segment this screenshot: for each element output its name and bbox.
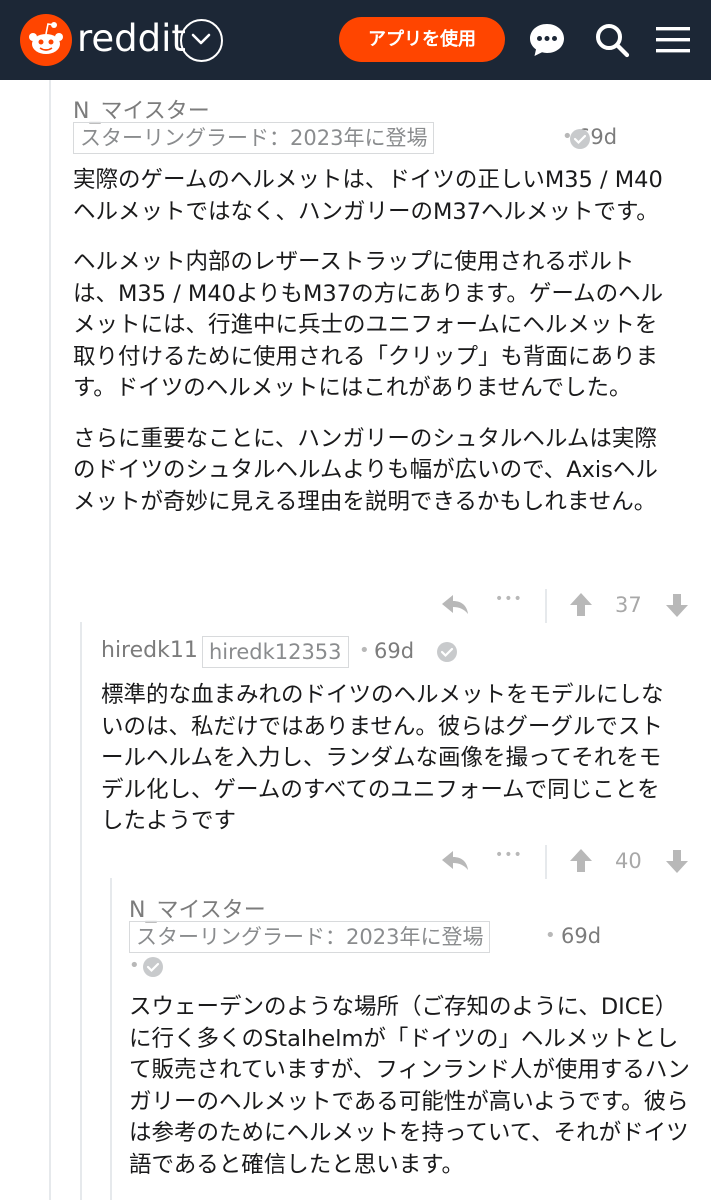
thread-line[interactable]	[110, 878, 112, 1200]
comment-author[interactable]: N_マイスター	[129, 892, 266, 924]
comment: N_マイスター スターリングラード：2023年に登場 • 69d • スウェーデ…	[129, 892, 699, 1200]
reddit-wordmark[interactable]: reddit	[77, 18, 186, 60]
comment-paragraph: ヘルメット内部のレザーストラップに使用されるボルトは、M35 / M40よりもM…	[73, 249, 664, 401]
use-app-button[interactable]: アプリを使用	[339, 17, 505, 62]
comment-meta: hiredk11 hiredk12353 • 69d	[101, 636, 693, 668]
comment-body: 実際のゲームのヘルメットは、ドイツの正しいM35 / M40ヘルメットではなく、…	[73, 165, 679, 518]
comment-paragraph: さらに重要なことに、ハンガリーのシュタルヘルムは実際のドイツのシュタルヘルムより…	[73, 425, 658, 515]
thread-line[interactable]	[80, 622, 82, 1200]
divider	[545, 845, 547, 879]
check-circle-icon	[437, 642, 457, 662]
chat-icon[interactable]	[524, 17, 570, 63]
top-navbar: reddit アプリを使用	[0, 0, 711, 80]
more-options-button[interactable]: •••	[495, 591, 523, 607]
thread-line[interactable]	[49, 80, 51, 1200]
comment-paragraph: スウェーデンのような場所（ご存知のように、DICE）に行く多くのStalhelm…	[129, 994, 690, 1178]
reply-icon[interactable]	[440, 591, 470, 619]
comment: hiredk11 hiredk12353 • 69d 標準的な血まみれのドイツの…	[101, 636, 693, 857]
comment-author[interactable]: hiredk11	[101, 638, 198, 663]
divider	[545, 589, 547, 623]
comment-age: 69d	[561, 924, 602, 948]
more-options-button[interactable]: •••	[495, 847, 523, 863]
comment-body: スウェーデンのような場所（ご存知のように、DICE）に行く多くのStalhelm…	[129, 992, 695, 1181]
comment-paragraph: 標準的な血まみれのドイツのヘルメットをモデルにしないのは、私だけではありません。…	[101, 682, 664, 834]
separator-dot: •	[359, 640, 370, 661]
comment-body: 標準的な血まみれのドイツのヘルメットをモデルにしないのは、私だけではありません。…	[101, 680, 681, 838]
menu-icon[interactable]	[650, 17, 696, 63]
reply-icon[interactable]	[440, 847, 470, 875]
separator-dot: •	[545, 925, 556, 946]
comment-author[interactable]: N_マイスター	[73, 93, 210, 125]
comment-meta: N_マイスター スターリングラード：2023年に登場 • 69d	[73, 93, 693, 154]
chevron-down-icon	[191, 33, 211, 45]
comment-actions: ••• 37	[430, 589, 711, 629]
check-circle-icon	[570, 129, 590, 149]
reddit-logo-icon[interactable]	[20, 14, 72, 66]
separator-dot: •	[129, 955, 140, 976]
user-flair: hiredk12353	[202, 636, 349, 668]
comment-meta: N_マイスター スターリングラード：2023年に登場 • 69d •	[129, 892, 699, 982]
upvote-icon[interactable]	[568, 847, 594, 875]
community-switch-button[interactable]	[180, 19, 223, 62]
comment-paragraph: 実際のゲームのヘルメットは、ドイツの正しいM35 / M40ヘルメットではなく、…	[73, 167, 663, 225]
comment-actions: ••• 40	[430, 845, 711, 885]
comment: N_マイスター スターリングラード：2023年に登場 • 69d 実際のゲームの…	[73, 93, 693, 537]
user-flair: スターリングラード：2023年に登場	[73, 122, 435, 154]
upvote-icon[interactable]	[568, 591, 594, 619]
vote-count: 40	[615, 849, 642, 873]
vote-count: 37	[615, 593, 642, 617]
search-icon[interactable]	[589, 17, 635, 63]
user-flair: スターリングラード：2023年に登場	[129, 921, 491, 953]
comment-age: 69d	[374, 639, 415, 663]
downvote-icon[interactable]	[664, 847, 690, 875]
downvote-icon[interactable]	[664, 591, 690, 619]
check-circle-icon	[143, 957, 163, 977]
